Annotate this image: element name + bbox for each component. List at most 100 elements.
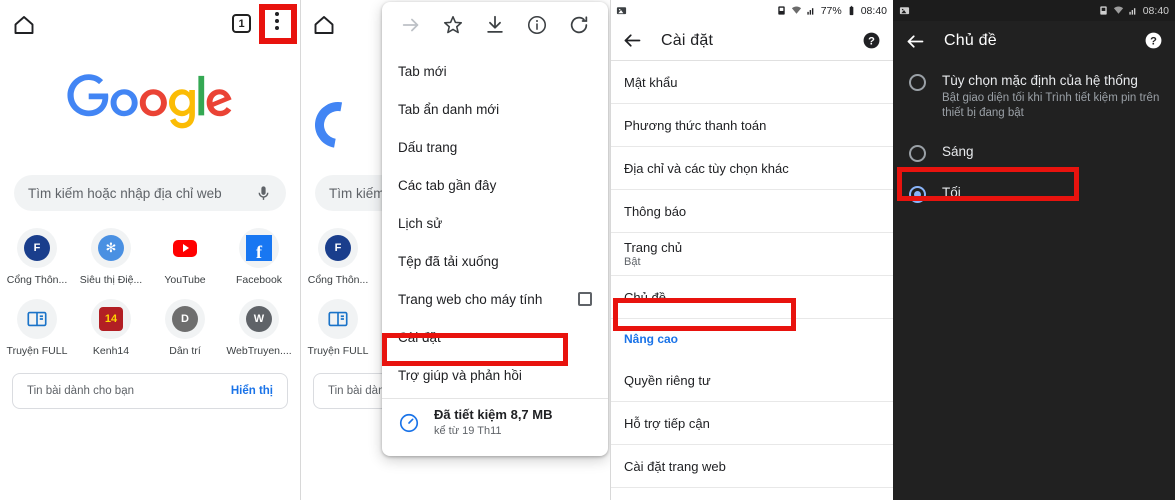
panel-divider	[300, 0, 301, 500]
settings-row-privacy[interactable]: Quyền riêng tư	[610, 359, 893, 402]
status-right: 08:40	[1098, 5, 1169, 17]
shortcut-tile[interactable]: D Dân trí	[150, 299, 220, 357]
shortcut-tile[interactable]: Truyện FULL	[2, 299, 72, 357]
book-icon	[328, 311, 348, 327]
forward-arrow-icon[interactable]	[400, 14, 422, 36]
data-saver-row[interactable]: Đã tiết kiệm 8,7 MB kể từ 19 Th11	[382, 399, 608, 438]
page-title: Cài đặt	[661, 31, 714, 49]
shortcut-label: Cổng Thôn...	[307, 274, 369, 286]
image-icon	[616, 7, 627, 15]
menu-item-downloads[interactable]: Tệp đã tải xuống	[382, 242, 608, 280]
signal-icon	[1129, 8, 1136, 15]
panel-chrome-home: 1 Tìm kiếm hoặc nhập địa chỉ web F Cổng …	[0, 0, 300, 500]
shortcut-label: Facebook	[235, 274, 283, 286]
menu-item-help-feedback[interactable]: Trợ giúp và phản hồi	[382, 356, 608, 394]
settings-row-title: Hỗ trợ tiếp cận	[624, 415, 710, 431]
shortcut-label: WebTruyen....	[226, 345, 292, 357]
menu-item-settings[interactable]: Cài đặt	[382, 318, 608, 356]
book-icon	[27, 311, 47, 327]
bookmark-star-icon[interactable]	[442, 14, 464, 36]
theme-option-label: Tối	[942, 185, 961, 200]
home-icon[interactable]	[312, 13, 336, 37]
radio-button[interactable]	[909, 145, 926, 162]
back-arrow-icon[interactable]	[622, 30, 643, 51]
menu-item-label: Tab ẩn danh mới	[398, 101, 500, 117]
theme-option-light[interactable]: Sáng	[893, 132, 1175, 173]
settings-row-title: Quyền riêng tư	[624, 372, 711, 388]
wifi-icon	[791, 6, 801, 14]
shortcut-icon	[318, 299, 358, 339]
menu-item-label: Dấu trang	[398, 139, 458, 155]
menu-quick-actions	[382, 2, 608, 48]
shortcut-row: Truyện FULL 14 Kenh14 D Dân trí W WebTru…	[0, 299, 300, 357]
settings-row-theme[interactable]: Chủ đề	[610, 276, 893, 319]
overflow-menu-popup: Tab mới Tab ẩn danh mới Dấu trang Các ta…	[382, 2, 608, 456]
app-bar: Chủ đề ?	[893, 21, 1175, 61]
shortcut-tile[interactable]: F Cổng Thôn...	[2, 228, 72, 286]
shortcut-tile[interactable]: W WebTruyen....	[224, 299, 294, 357]
settings-row-title: Địa chỉ và các tùy chọn khác	[624, 160, 789, 176]
settings-row-accessibility[interactable]: Hỗ trợ tiếp cận	[610, 402, 893, 445]
desktop-site-checkbox[interactable]	[578, 292, 592, 306]
help-icon[interactable]: ?	[862, 31, 881, 50]
reload-icon[interactable]	[568, 14, 590, 36]
settings-section-advanced: Nâng cao	[610, 319, 893, 359]
download-icon[interactable]	[484, 14, 506, 36]
menu-item-new-tab[interactable]: Tab mới	[382, 52, 608, 90]
menu-item-recent-tabs[interactable]: Các tab gần đây	[382, 166, 608, 204]
menu-item-history[interactable]: Lịch sử	[382, 204, 608, 242]
theme-option-dark[interactable]: Tối	[893, 173, 1175, 214]
panel-divider	[610, 0, 611, 500]
menu-item-new-incognito-tab[interactable]: Tab ẩn danh mới	[382, 90, 608, 128]
shortcut-row: F Cổng Thôn... ✻ Siêu thị Điệ... YouTube…	[0, 228, 300, 286]
shortcut-tile[interactable]: F Cổng Thôn...	[303, 228, 373, 286]
settings-row-subtitle: Bật	[624, 256, 641, 268]
settings-row-site-settings[interactable]: Cài đặt trang web	[610, 445, 893, 488]
news-card-title: Tin bài dành cho bạn	[27, 385, 134, 397]
shortcut-icon: ✻	[91, 228, 131, 268]
menu-item-label: Lịch sử	[398, 215, 443, 231]
radio-button[interactable]	[909, 74, 926, 91]
shortcut-tile[interactable]: YouTube	[150, 228, 220, 286]
shortcut-tile[interactable]: 14 Kenh14	[76, 299, 146, 357]
signal-icon	[807, 8, 814, 15]
app-bar: Cài đặt ?	[610, 21, 893, 61]
shortcut-tile[interactable]: f Facebook	[224, 228, 294, 286]
microphone-icon[interactable]	[255, 185, 272, 202]
theme-option-system-default[interactable]: Tùy chọn mặc định của hệ thống Bật giao …	[893, 61, 1175, 132]
image-icon	[899, 7, 910, 15]
tab-counter[interactable]: 1	[232, 14, 251, 33]
shortcut-icon: W	[239, 299, 279, 339]
menu-item-label: Trang web cho máy tính	[398, 291, 543, 307]
menu-item-bookmarks[interactable]: Dấu trang	[382, 128, 608, 166]
menu-item-label: Cài đặt	[398, 329, 441, 345]
settings-row-passwords[interactable]: Mật khẩu	[610, 61, 893, 104]
settings-row-title: Cài đặt trang web	[624, 458, 726, 474]
battery-percent: 77%	[820, 4, 842, 17]
menu-item-label: Tệp đã tải xuống	[398, 253, 499, 269]
theme-option-label: Sáng	[942, 144, 974, 159]
page-info-icon[interactable]	[526, 14, 548, 36]
settings-row-notifications[interactable]: Thông báo	[610, 190, 893, 233]
wifi-icon	[1113, 6, 1123, 14]
settings-section-title: Nâng cao	[624, 332, 679, 346]
help-icon[interactable]: ?	[1144, 31, 1163, 50]
settings-row-payment-methods[interactable]: Phương thức thanh toán	[610, 104, 893, 147]
settings-row-homepage[interactable]: Trang chủ Bật	[610, 233, 893, 276]
search-input[interactable]: Tìm kiếm hoặc nhập địa chỉ web	[14, 175, 286, 211]
menu-item-desktop-site[interactable]: Trang web cho máy tính	[382, 280, 608, 318]
settings-list: Mật khẩu Phương thức thanh toán Địa chỉ …	[610, 61, 893, 488]
shortcut-tile[interactable]: Truyện FULL	[303, 299, 373, 357]
theme-options-list: Tùy chọn mặc định của hệ thống Bật giao …	[893, 61, 1175, 214]
status-left	[899, 5, 910, 16]
news-card[interactable]: Tin bài dành cho bạn Hiển thị	[12, 373, 288, 409]
back-arrow-icon[interactable]	[905, 31, 926, 52]
news-card-action[interactable]: Hiển thị	[231, 385, 273, 397]
shortcut-tile[interactable]: ✻ Siêu thị Điệ...	[76, 228, 146, 286]
svg-text:?: ?	[1150, 35, 1157, 47]
home-icon[interactable]	[12, 13, 36, 37]
settings-row-addresses[interactable]: Địa chỉ và các tùy chọn khác	[610, 147, 893, 190]
alarm-icon	[777, 6, 785, 15]
radio-button-selected[interactable]	[909, 186, 926, 203]
overflow-menu-icon[interactable]	[265, 12, 289, 36]
